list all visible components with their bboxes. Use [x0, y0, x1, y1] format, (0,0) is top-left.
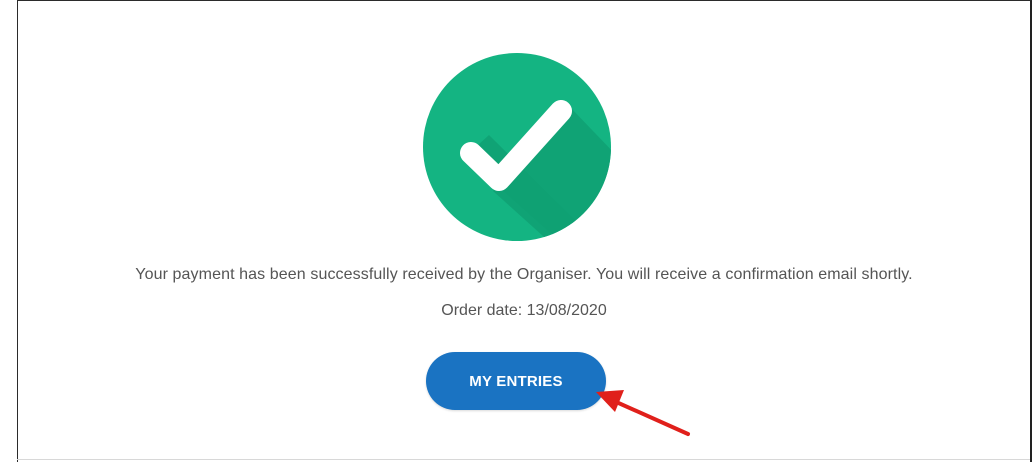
payment-success-message: Your payment has been successfully recei…: [135, 266, 913, 283]
my-entries-button[interactable]: MY ENTRIES: [426, 352, 606, 410]
order-date: Order date: 13/08/2020: [441, 302, 607, 319]
page-frame: Your payment has been successfully recei…: [0, 0, 1032, 462]
success-checkmark-icon: [423, 53, 611, 241]
panel-divider: [17, 459, 1030, 460]
